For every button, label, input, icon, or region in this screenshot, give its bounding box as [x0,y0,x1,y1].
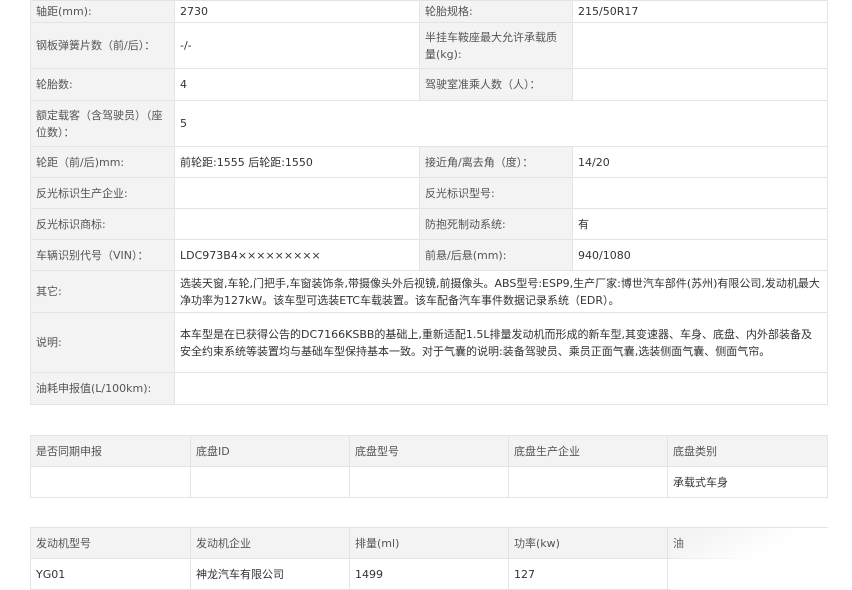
chassis-header-cell: 底盘ID [190,435,350,467]
other-value: 选装天窗,车轮,门把手,车窗装饰条,带摄像头外后视镜,前摄像头。ABS型号:ES… [174,270,828,313]
engine-cell: 神龙汽车有限公司 [190,558,350,590]
spec-row: 说明: 本车型是在已获得公告的DC7166KSBB的基础上,重新适配1.5L排量… [30,312,828,373]
vin-label: 车辆识别代号（VIN）： [30,239,175,271]
fuel-consumption-label: 油耗申报值(L/100km): [30,372,175,405]
approach-departure-value: 14/20 [572,146,828,178]
engine-header-cell: 油 [667,527,828,559]
spec-row: 车辆识别代号（VIN）： LDC973B4××××××××× 前悬/后悬(mm)… [30,239,828,271]
rated-passengers-label: 额定载客（含驾驶员）（座位数）： [30,100,175,147]
reflector-model-value [572,177,828,209]
spec-row: 反光标识生产企业: 反光标识型号: [30,177,828,209]
reflector-maker-value [174,177,420,209]
reflector-brand-label: 反光标识商标: [30,208,175,240]
reflector-model-label: 反光标识型号: [419,177,573,209]
engine-cell: 127 [508,558,668,590]
abs-label: 防抱死制动系统: [419,208,573,240]
engine-cell: 1499 [349,558,509,590]
wheelbase-value: 2730 [174,0,420,23]
engine-header-cell: 发动机型号 [30,527,191,559]
spec-row: 轮距（前/后)mm: 前轮距:1555 后轮距:1550 接近角/离去角（度）：… [30,146,828,178]
track-width-label: 轮距（前/后)mm: [30,146,175,178]
chassis-cell [30,466,191,498]
cab-passengers-label: 驾驶室准乘人数（人）： [419,68,573,101]
engine-table: 发动机型号 发动机企业 排量(ml) 功率(kw) 油 YG01 神龙汽车有限公… [30,527,828,590]
tire-spec-label: 轮胎规格: [419,0,573,23]
tire-spec-value: 215/50R17 [572,0,828,23]
table-row: 承载式车身 [30,466,828,498]
chassis-header-row: 是否同期申报 底盘ID 底盘型号 底盘生产企业 底盘类别 [30,435,828,467]
wheelbase-label: 轴距(mm): [30,0,175,23]
chassis-cell: 承载式车身 [667,466,828,498]
leaf-spring-label: 钢板弹簧片数（前/后）： [30,22,175,69]
fuel-consumption-value [174,372,828,405]
spec-row: 轮胎数: 4 驾驶室准乘人数（人）： [30,68,828,101]
spec-row: 钢板弹簧片数（前/后）： -/- 半挂车鞍座最大允许承载质量(kg): [30,22,828,69]
tire-count-label: 轮胎数: [30,68,175,101]
chassis-header-cell: 底盘生产企业 [508,435,668,467]
table-row: YG01 神龙汽车有限公司 1499 127 [30,558,828,590]
approach-departure-label: 接近角/离去角（度）： [419,146,573,178]
engine-header-row: 发动机型号 发动机企业 排量(ml) 功率(kw) 油 [30,527,828,559]
note-label: 说明: [30,312,175,373]
vehicle-spec-sheet: 轴距(mm): 2730 轮胎规格: 215/50R17 钢板弹簧片数（前/后）… [30,0,828,405]
cab-passengers-value [572,68,828,101]
chassis-cell [349,466,509,498]
overhang-value: 940/1080 [572,239,828,271]
spec-row: 油耗申报值(L/100km): [30,372,828,405]
reflector-brand-value [174,208,420,240]
chassis-header-cell: 底盘类别 [667,435,828,467]
abs-value: 有 [572,208,828,240]
vin-value: LDC973B4××××××××× [174,239,420,271]
tire-count-value: 4 [174,68,420,101]
chassis-header-cell: 底盘型号 [349,435,509,467]
chassis-table: 是否同期申报 底盘ID 底盘型号 底盘生产企业 底盘类别 承载式车身 [30,435,828,498]
leaf-spring-value: -/- [174,22,420,69]
note-value: 本车型是在已获得公告的DC7166KSBB的基础上,重新适配1.5L排量发动机而… [174,312,828,373]
spec-table: 轴距(mm): 2730 轮胎规格: 215/50R17 钢板弹簧片数（前/后）… [30,0,828,405]
engine-header-cell: 排量(ml) [349,527,509,559]
saddle-load-value [572,22,828,69]
engine-header-cell: 功率(kw) [508,527,668,559]
chassis-header-cell: 是否同期申报 [30,435,191,467]
spec-row: 额定载客（含驾驶员）（座位数）： 5 [30,100,828,147]
rated-passengers-value: 5 [174,100,828,147]
chassis-cell [190,466,350,498]
engine-header-cell: 发动机企业 [190,527,350,559]
chassis-cell [508,466,668,498]
other-label: 其它: [30,270,175,313]
track-width-value: 前轮距:1555 后轮距:1550 [174,146,420,178]
spec-row: 轴距(mm): 2730 轮胎规格: 215/50R17 [30,0,828,23]
saddle-load-label: 半挂车鞍座最大允许承载质量(kg): [419,22,573,69]
spec-row: 反光标识商标: 防抱死制动系统: 有 [30,208,828,240]
overhang-label: 前悬/后悬(mm): [419,239,573,271]
engine-cell: YG01 [30,558,191,590]
reflector-maker-label: 反光标识生产企业: [30,177,175,209]
spec-row: 其它: 选装天窗,车轮,门把手,车窗装饰条,带摄像头外后视镜,前摄像头。ABS型… [30,270,828,313]
engine-cell [667,558,828,590]
